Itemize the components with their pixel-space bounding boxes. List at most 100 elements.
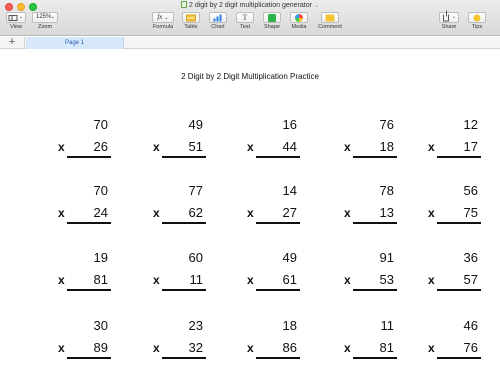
zoom-select[interactable]: 125% ⌄: [32, 12, 58, 23]
multiplier: 81: [379, 340, 394, 355]
media-label: Media: [291, 24, 307, 30]
table-tool[interactable]: Table: [180, 12, 202, 31]
multiplicand: 14: [282, 183, 297, 198]
share-button[interactable]: ⌄: [439, 10, 459, 23]
answer-line: [162, 222, 206, 224]
multiplicand: 18: [282, 318, 297, 333]
answer-line: [353, 156, 397, 158]
zoom-tool[interactable]: 125% ⌄ Zoom: [32, 12, 58, 31]
chart-button[interactable]: [209, 12, 227, 23]
multiplicand: 60: [188, 250, 203, 265]
share-label: Share: [441, 24, 457, 30]
window-title: 2 digit by 2 digit multiplication genera…: [0, 1, 500, 11]
multiplication-problem: 60 x 11: [153, 250, 206, 291]
times-sign: x: [344, 341, 351, 355]
multiplier: 75: [463, 205, 478, 220]
answer-line: [353, 222, 397, 224]
multiplier: 76: [463, 340, 478, 355]
text-label: Text: [239, 24, 251, 30]
times-sign: x: [153, 140, 160, 154]
answer-line: [256, 289, 300, 291]
share-icon: [443, 10, 449, 21]
answer-line: [437, 156, 481, 158]
shape-icon: [268, 13, 276, 22]
multiplicand: 12: [463, 117, 478, 132]
comment-label: Comment: [318, 24, 342, 30]
multiplicand: 70: [93, 183, 108, 198]
worksheet-title: 2 Digit by 2 Digit Multiplication Practi…: [181, 72, 319, 81]
answer-line: [353, 289, 397, 291]
multiplicand: 49: [188, 117, 203, 132]
document-canvas[interactable]: 2 Digit by 2 Digit Multiplication Practi…: [0, 50, 500, 380]
shape-tool[interactable]: Shape: [261, 12, 283, 31]
answer-line: [256, 357, 300, 359]
times-sign: x: [344, 206, 351, 220]
answer-line: [162, 156, 206, 158]
multiplier: 18: [379, 139, 394, 154]
add-page-button[interactable]: +: [0, 37, 25, 49]
media-tool[interactable]: Media: [288, 12, 310, 31]
times-sign: x: [153, 341, 160, 355]
multiplication-problem: 12 x 17: [428, 117, 481, 158]
multiplier: 57: [463, 272, 478, 287]
view-tool[interactable]: ⌄ View: [5, 12, 27, 31]
shape-button[interactable]: [263, 12, 281, 23]
multiplicand: 76: [379, 117, 394, 132]
multiplier: 81: [93, 272, 108, 287]
multiplier: 11: [189, 272, 204, 287]
shape-label: Shape: [264, 24, 280, 30]
media-button[interactable]: [290, 12, 308, 23]
answer-line: [353, 357, 397, 359]
multiplication-problem: 18 x 86: [247, 318, 300, 359]
media-icon: [295, 13, 303, 22]
multiplicand: 78: [379, 183, 394, 198]
text-box-icon: T: [242, 12, 248, 22]
answer-line: [437, 357, 481, 359]
multiplicand: 91: [379, 250, 394, 265]
chevron-down-icon: ⌄: [50, 14, 55, 20]
formula-tool[interactable]: fx ⌄ Formula: [150, 12, 176, 31]
multiplicand: 46: [463, 318, 478, 333]
table-button[interactable]: [182, 12, 200, 23]
times-sign: x: [58, 140, 65, 154]
multiplicand: 16: [282, 117, 297, 132]
tab-page-1[interactable]: Page 1: [26, 37, 124, 49]
times-sign: x: [247, 206, 254, 220]
multiplication-problem: 70 x 24: [58, 183, 111, 224]
view-button[interactable]: ⌄: [6, 12, 26, 23]
multiplicand: 70: [93, 117, 108, 132]
multiplication-problem: 16 x 44: [247, 117, 300, 158]
tips-tool[interactable]: Tips: [466, 12, 488, 31]
multiplicand: 36: [463, 250, 478, 265]
share-tool[interactable]: ⌄ Share: [438, 10, 460, 31]
zoom-label: Zoom: [37, 24, 53, 30]
comment-button[interactable]: [321, 12, 339, 23]
bar-chart-icon: [213, 14, 224, 21]
text-button[interactable]: T: [236, 12, 254, 23]
multiplication-problem: 11 x 81: [344, 319, 397, 359]
multiplicand: 19: [93, 250, 108, 265]
table-label: Table: [184, 24, 198, 30]
multiplication-problem: 30 x 89: [58, 319, 111, 359]
multiplication-problem: 78 x 13: [344, 183, 397, 224]
multiplication-problem: 77 x 62: [153, 184, 206, 224]
chevron-down-icon: ⌄: [164, 16, 169, 21]
multiplication-problem: 14 x 27: [247, 183, 300, 224]
table-icon: [186, 14, 196, 21]
page-tab-bar: + Page 1: [0, 37, 500, 49]
window-title-text: 2 digit by 2 digit multiplication genera…: [189, 2, 312, 9]
multiplier: 89: [93, 340, 108, 355]
times-sign: x: [344, 140, 351, 154]
chart-tool[interactable]: Chart: [207, 12, 229, 31]
multiplication-problem: 70 x 26: [58, 117, 111, 158]
zoom-value: 125%: [36, 14, 52, 20]
chevron-down-icon[interactable]: ⌄: [314, 3, 319, 9]
times-sign: x: [428, 273, 435, 287]
comment-tool[interactable]: Comment: [315, 12, 345, 31]
multiplier: 27: [282, 205, 297, 220]
formula-button[interactable]: fx ⌄: [152, 12, 174, 23]
window-toolbar: 2 digit by 2 digit multiplication genera…: [0, 0, 500, 36]
tips-button[interactable]: [468, 12, 486, 23]
times-sign: x: [247, 341, 254, 355]
text-tool[interactable]: T Text: [234, 12, 256, 31]
